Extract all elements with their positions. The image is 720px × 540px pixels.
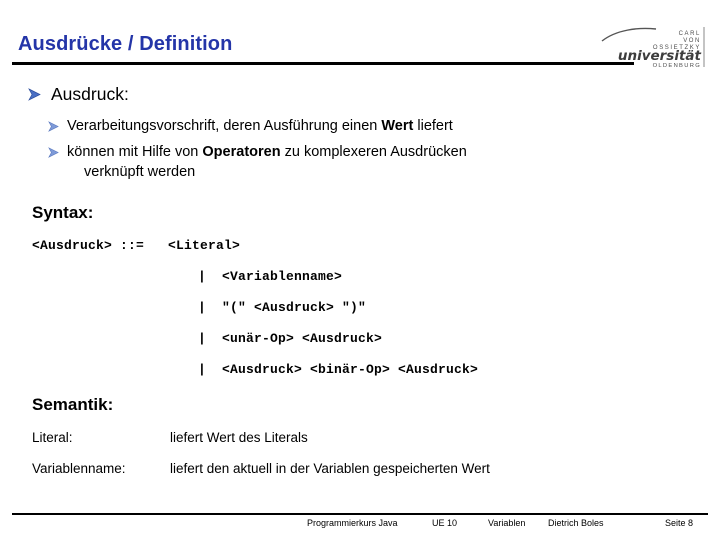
- semantik-row: Variablenname: liefert den aktuell in der…: [32, 461, 490, 476]
- bullet-level2-label: Verarbeitungsvorschrift, deren Ausführun…: [67, 118, 453, 134]
- page-title: Ausdrücke / Definition: [18, 33, 233, 55]
- footer-unit: UE 10: [432, 518, 458, 528]
- footer-divider: [12, 513, 708, 515]
- syntax-line: | "(" <Ausdruck> ")": [198, 300, 367, 315]
- syntax-line: <Ausdruck> ::= <Literal>: [32, 238, 241, 253]
- bullet-level1-label: Ausdruck:: [51, 84, 129, 104]
- arrow-bullet-icon: [28, 88, 41, 101]
- bullet-2a-part0: Verarbeitungsvorschrift, deren Ausführun…: [67, 118, 382, 134]
- logo-line-von: VON: [683, 38, 701, 44]
- footer-course: Programmierkurs Java: [307, 518, 398, 528]
- title-divider: [12, 62, 634, 65]
- syntax-line: | <Variablenname>: [198, 269, 343, 284]
- semantik-term: Literal:: [32, 430, 73, 445]
- footer-topic: Variablen: [488, 518, 526, 528]
- university-logo: CARL VON OSSIETZKY universität OLDENBURG: [600, 25, 708, 69]
- arrow-bullet-icon: [48, 147, 59, 158]
- bullet-2a-part1: Wert: [381, 118, 414, 134]
- semantik-description: liefert Wert des Literals: [170, 430, 308, 445]
- semantik-row: Literal: liefert Wert des Literals: [32, 430, 308, 445]
- bullet-level2-operatoren: können mit Hilfe von Operatoren zu kompl…: [48, 144, 467, 160]
- footer-page-number: Seite 8: [665, 518, 694, 528]
- section-heading-semantik: Semantik:: [32, 395, 114, 414]
- logo-wordmark: universität: [618, 48, 702, 64]
- arrow-bullet-icon: [48, 121, 59, 132]
- logo-line-carl: CARL: [679, 31, 701, 37]
- syntax-line: | <Ausdruck> <binär-Op> <Ausdruck>: [198, 362, 479, 377]
- bullet-level2-wert: Verarbeitungsvorschrift, deren Ausführun…: [48, 118, 453, 134]
- logo-line-oldenburg: OLDENBURG: [653, 63, 701, 69]
- semantik-term: Variablenname:: [32, 461, 126, 476]
- bullet-2b-part0: können mit Hilfe von: [67, 144, 203, 160]
- section-heading-syntax: Syntax:: [32, 203, 94, 222]
- bullet-level1-ausdruck: Ausdruck:: [28, 84, 129, 105]
- bullet-2a-part2: liefert: [413, 118, 453, 134]
- bullet-level2-continuation: verknüpft werden: [84, 164, 196, 180]
- footer-author: Dietrich Boles: [548, 518, 604, 528]
- bullet-2b-part2: zu komplexeren Ausdrücken: [280, 144, 467, 160]
- semantik-description: liefert den aktuell in der Variablen ges…: [170, 461, 490, 476]
- syntax-line: | <unär-Op> <Ausdruck>: [198, 331, 383, 346]
- bullet-level2-label: können mit Hilfe von Operatoren zu kompl…: [67, 144, 467, 160]
- bullet-2b-part1: Operatoren: [202, 144, 281, 160]
